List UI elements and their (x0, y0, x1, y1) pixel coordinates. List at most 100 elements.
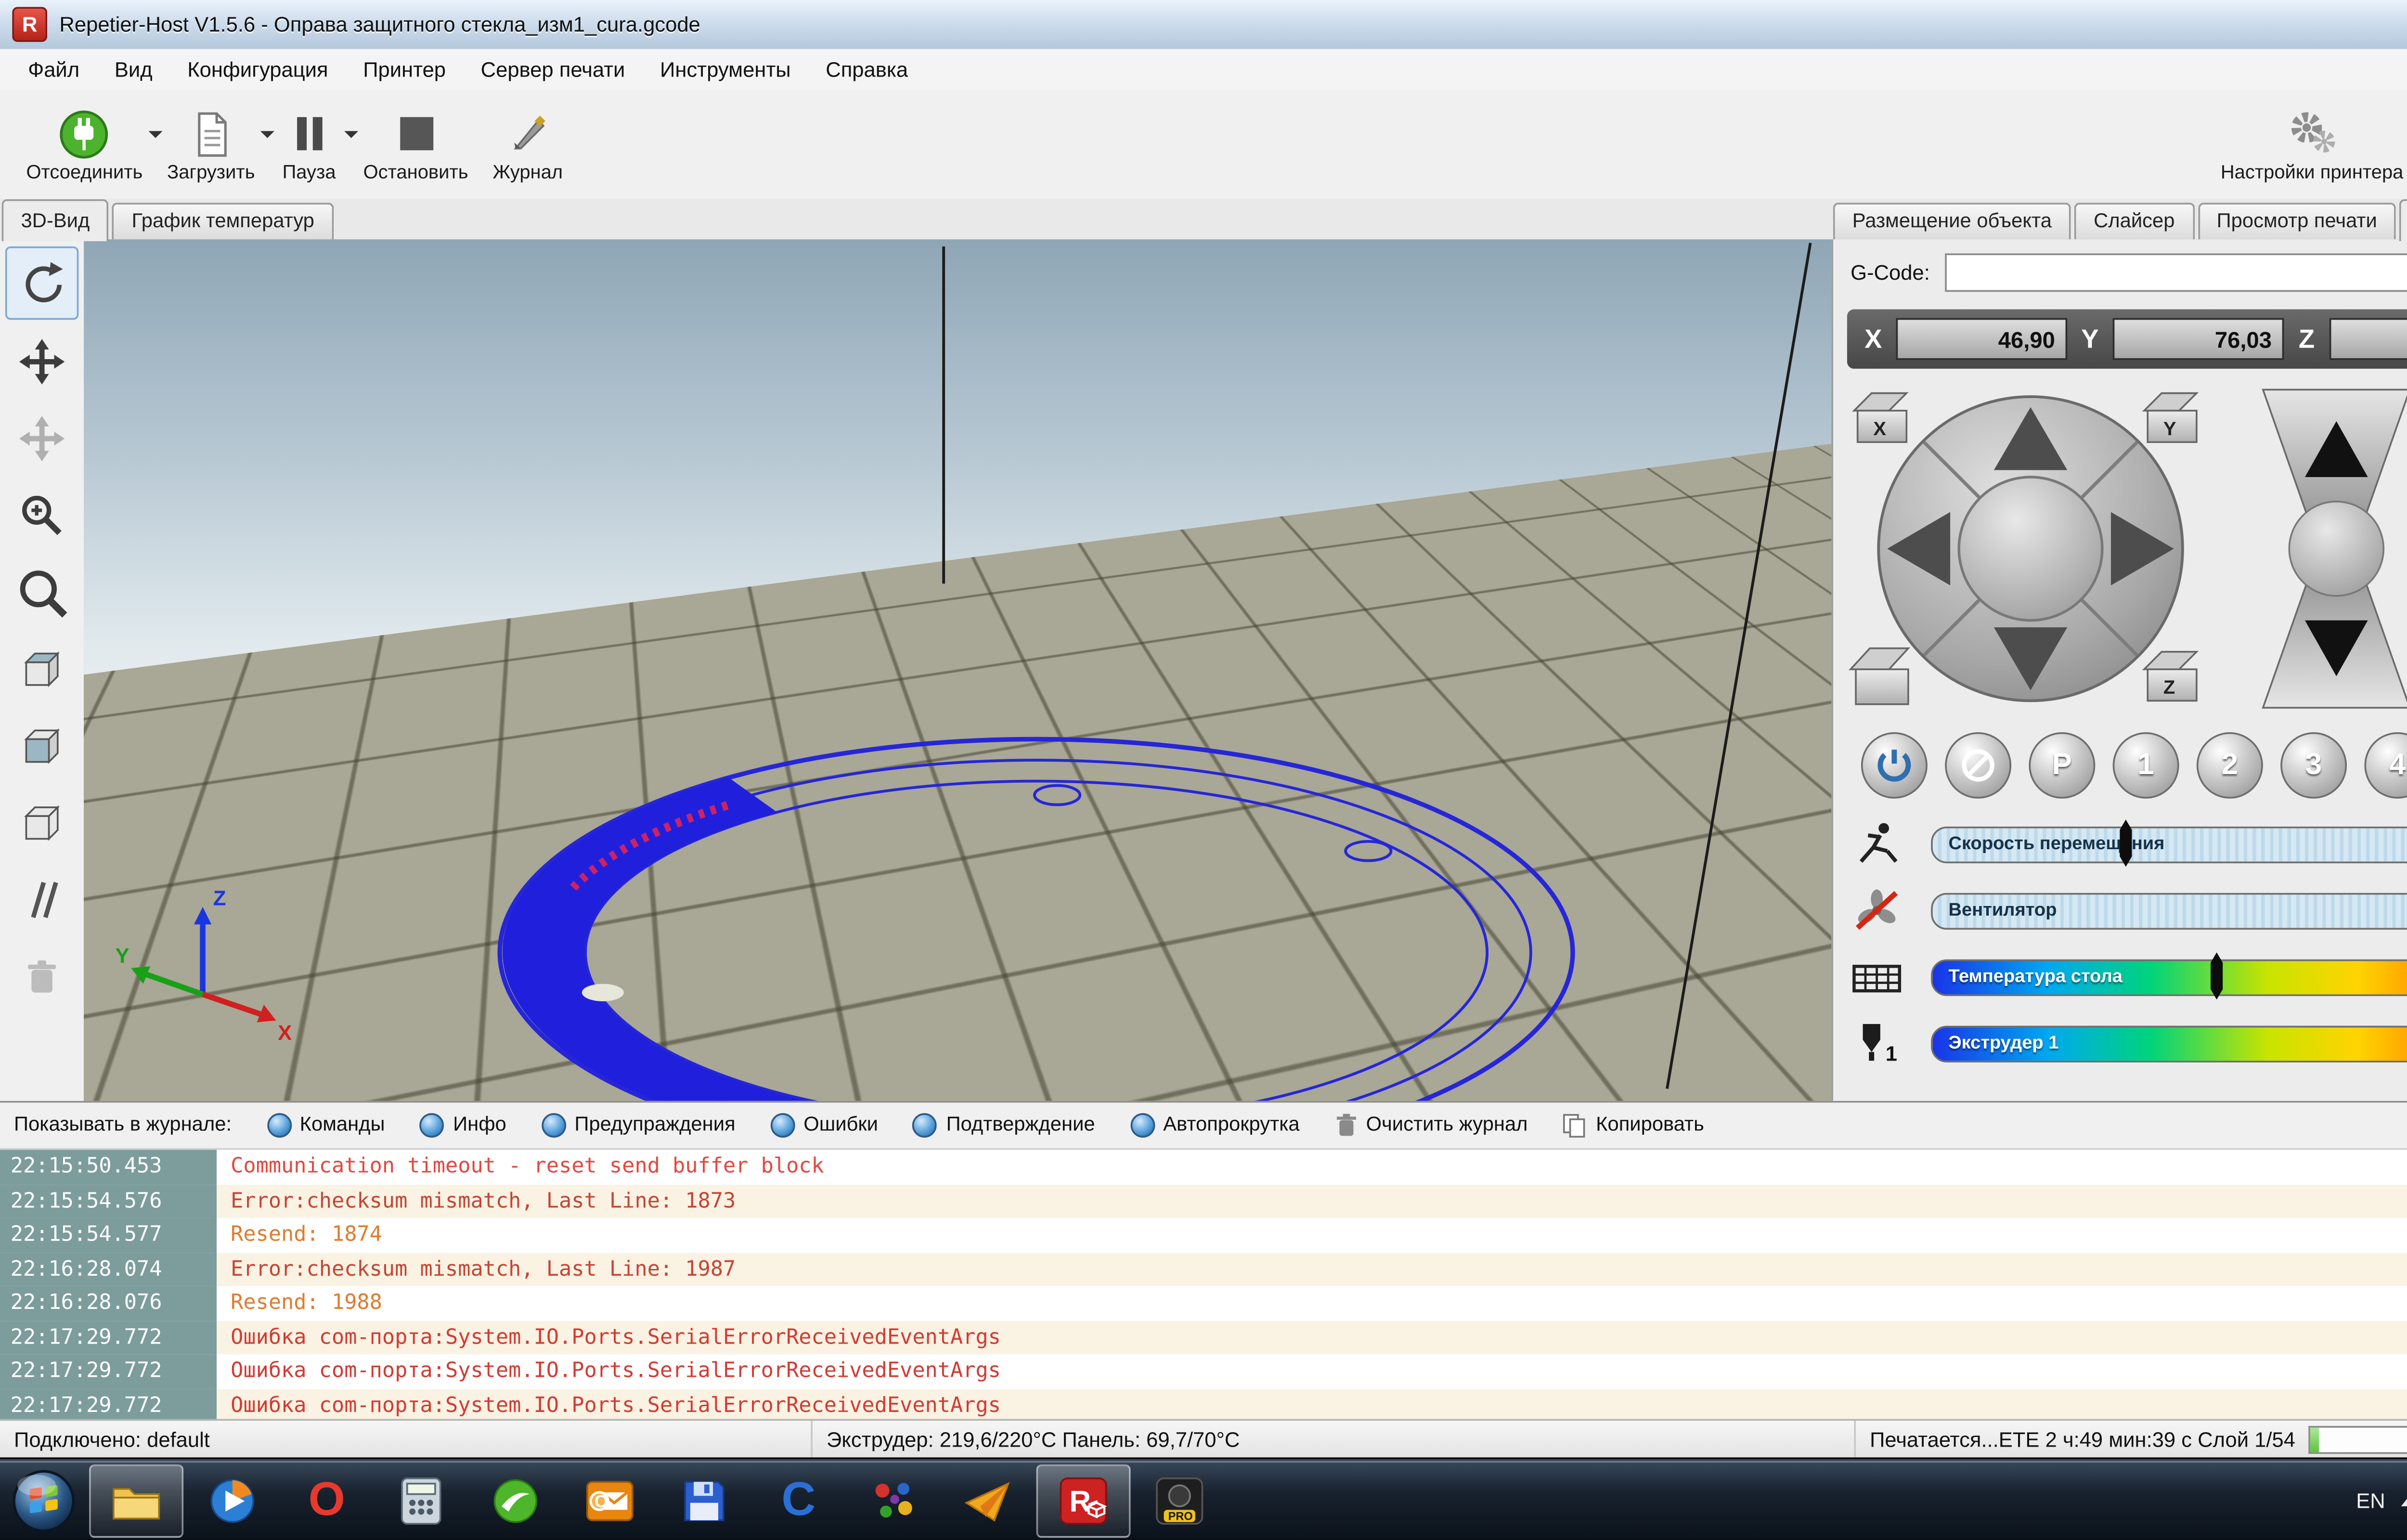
z-position-value[interactable]: 0,25 (2329, 318, 2407, 360)
stop-label: Остановить (363, 163, 468, 184)
svg-text:O: O (595, 1490, 608, 1510)
pro-label: PRO (1168, 1509, 1193, 1522)
filter-commands-label: Команды (300, 1115, 385, 1136)
taskbar-save-app[interactable] (659, 1465, 750, 1535)
start-button[interactable] (2, 1465, 86, 1535)
home-y-button[interactable]: Y (2144, 393, 2197, 442)
viewport-3d[interactable]: Z X Y (84, 239, 1831, 1101)
y-position-value[interactable]: 76,03 (2113, 318, 2284, 360)
taskbar-plane-app[interactable] (942, 1465, 1033, 1535)
filter-ack-label: Подтверждение (946, 1115, 1095, 1136)
menu-help[interactable]: Справка (808, 52, 925, 88)
filter-commands[interactable]: Команды (267, 1113, 385, 1138)
menu-print-server[interactable]: Сервер печати (463, 52, 642, 88)
taskbar-repetier-host[interactable]: R (1036, 1463, 1131, 1537)
power-button[interactable] (1861, 732, 1928, 799)
rotate-view-button[interactable] (5, 246, 78, 320)
z-knob[interactable] (2289, 502, 2383, 596)
filter-info-label: Инфо (453, 1115, 506, 1136)
home-z-letter: Z (2163, 677, 2175, 698)
gcode-input[interactable] (1945, 253, 2407, 292)
green-app-icon (491, 1476, 540, 1525)
cube-iso-icon (17, 799, 66, 848)
tab-print-preview[interactable]: Просмотр печати (2198, 203, 2396, 239)
delete-object-button[interactable] (7, 942, 77, 1012)
clear-log-button[interactable]: Очистить журнал (1334, 1113, 1527, 1138)
axis-x-label: X (278, 1022, 292, 1045)
copy-log-button[interactable]: Копировать (1563, 1113, 1704, 1138)
menu-config[interactable]: Конфигурация (170, 52, 346, 88)
menu-printer[interactable]: Принтер (346, 52, 463, 88)
travel-speed-icon (1840, 819, 1913, 868)
parallel-projection-button[interactable] (7, 865, 77, 935)
disconnect-button[interactable]: Отсоединить (14, 103, 155, 187)
jog-center-knob[interactable] (1959, 477, 2102, 621)
toggle-dot-icon (913, 1113, 938, 1138)
view-tabs: 3D-Вид График температур (0, 199, 1831, 241)
stop-button[interactable]: Остановить (351, 103, 480, 187)
log-button[interactable]: Журнал (480, 103, 575, 187)
menu-file[interactable]: Файл (11, 52, 97, 88)
taskbar-pro-app[interactable]: PRO (1134, 1465, 1225, 1535)
filter-info[interactable]: Инфо (420, 1113, 506, 1138)
preset-1-button[interactable]: 1 (2113, 732, 2179, 799)
travel-speed-slider[interactable]: Скорость перемещения (1931, 827, 2407, 863)
pause-button[interactable]: Пауза (267, 103, 351, 187)
axis-z-label: Z (213, 887, 226, 910)
x-position-value[interactable]: 46,90 (1896, 318, 2068, 360)
taskbar-explorer[interactable] (89, 1463, 183, 1537)
view-front-button[interactable] (7, 711, 77, 781)
filter-autoscroll[interactable]: Автопрокрутка (1130, 1113, 1299, 1138)
tab-slicer[interactable]: Слайсер (2074, 203, 2194, 239)
extruder-temp-slider[interactable]: Экструдер 1 219,60°C (1931, 1026, 2407, 1062)
home-x-button[interactable]: X (1854, 393, 1906, 442)
move-view-button[interactable] (7, 327, 77, 397)
tab-manual-control[interactable]: Управление (2400, 199, 2407, 241)
view-top-button[interactable] (7, 634, 77, 704)
gcode-label: G-Code: (1851, 260, 1930, 285)
fan-slider[interactable]: Вентилятор (1931, 893, 2407, 930)
temperature-status: Экструдер: 219,6/220°C Панель: 69,7/70°C (813, 1421, 1856, 1459)
printer-settings-button[interactable]: Настройки принтера (2208, 103, 2407, 187)
preset-4-button[interactable]: 4 (2364, 732, 2407, 799)
language-indicator[interactable]: EN (2356, 1488, 2385, 1513)
zoom-in-button[interactable] (7, 480, 77, 550)
taskbar-outlook[interactable]: O (564, 1465, 655, 1535)
load-button[interactable]: Загрузить (155, 103, 267, 187)
tray-expand-icon[interactable] (2401, 1490, 2407, 1506)
taskbar-calculator[interactable] (375, 1465, 466, 1535)
taskbar-opera[interactable]: O (281, 1465, 372, 1535)
preset-3-button[interactable]: 3 (2280, 732, 2347, 799)
frame-post-right (1667, 243, 1811, 1089)
rotate-icon (17, 259, 66, 308)
menu-tools[interactable]: Инструменты (643, 52, 808, 88)
log-message: Ошибка com-порта:System.IO.Ports.SerialE… (217, 1354, 2407, 1388)
move-object-button[interactable] (7, 404, 77, 474)
log-row: 22:17:29.772Ошибка com-порта:System.IO.P… (0, 1320, 2407, 1354)
bed-temp-slider[interactable]: Температура стола 69,70°C (1931, 959, 2407, 996)
taskbar-green-app[interactable] (470, 1465, 561, 1535)
filter-errors[interactable]: Ошибки (770, 1113, 878, 1138)
tab-temperature-graph[interactable]: График температур (113, 203, 334, 239)
log-message: Resend: 1874 (217, 1218, 2407, 1252)
home-all-button[interactable] (1851, 648, 1908, 704)
log-time: 22:16:28.074 (0, 1252, 217, 1286)
z-axis-label: Z (2294, 324, 2319, 354)
park-button[interactable]: P (2029, 732, 2095, 799)
zoom-fit-button[interactable] (7, 557, 77, 627)
tab-object-placement[interactable]: Размещение объекта (1833, 203, 2071, 239)
tab-3d-view[interactable]: 3D-Вид (2, 199, 109, 241)
taskbar-media-player[interactable] (187, 1465, 278, 1535)
menu-view[interactable]: Вид (97, 52, 170, 88)
preset-2-button[interactable]: 2 (2197, 732, 2263, 799)
motors-off-button[interactable] (1945, 732, 2011, 799)
filter-ack[interactable]: Подтверждение (913, 1113, 1095, 1138)
filter-warnings[interactable]: Предупраждения (541, 1113, 735, 1138)
home-x-letter: X (1873, 418, 1886, 440)
view-iso-button[interactable] (7, 788, 77, 858)
extruder-temp-label: Экструдер 1 (1948, 1033, 2058, 1054)
taskbar-c-app[interactable]: C (753, 1465, 844, 1535)
taskbar-dots-app[interactable] (848, 1465, 939, 1535)
log-row: 22:17:29.772Ошибка com-порта:System.IO.P… (0, 1354, 2407, 1388)
home-z-button[interactable]: Z (2144, 652, 2197, 701)
